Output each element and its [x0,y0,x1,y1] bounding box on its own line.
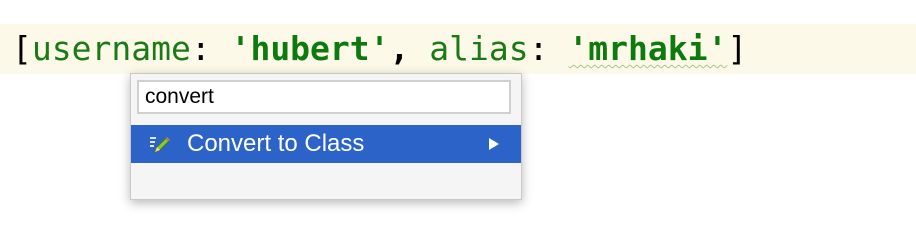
code-editor[interactable]: [username: 'hubert', alias: 'mrhaki'] Co… [0,0,916,216]
code-text[interactable]: [username: 'hubert', alias: 'mrhaki'] [12,24,747,74]
current-line[interactable]: [username: 'hubert', alias: 'mrhaki'] [0,24,916,74]
search-input[interactable] [139,82,509,112]
map-key-username: username [31,29,191,68]
edit-pencil-icon [149,134,171,154]
key-colon: : [528,29,569,68]
menu-item-convert-to-class[interactable]: Convert to Class [131,125,521,163]
key-colon: : [190,29,231,68]
string-hubert: 'hubert' [230,29,390,68]
search-box [137,80,511,114]
open-bracket: [ [12,29,32,68]
menu-item-label: Convert to Class [187,130,365,157]
close-bracket: ] [727,29,748,68]
string-mrhaki: 'mrhaki' [568,29,728,68]
submenu-arrow-icon [489,138,499,150]
map-key-alias: alias [429,29,529,68]
intention-actions-popup: Convert to Class [130,73,522,200]
comma: , [389,29,430,68]
